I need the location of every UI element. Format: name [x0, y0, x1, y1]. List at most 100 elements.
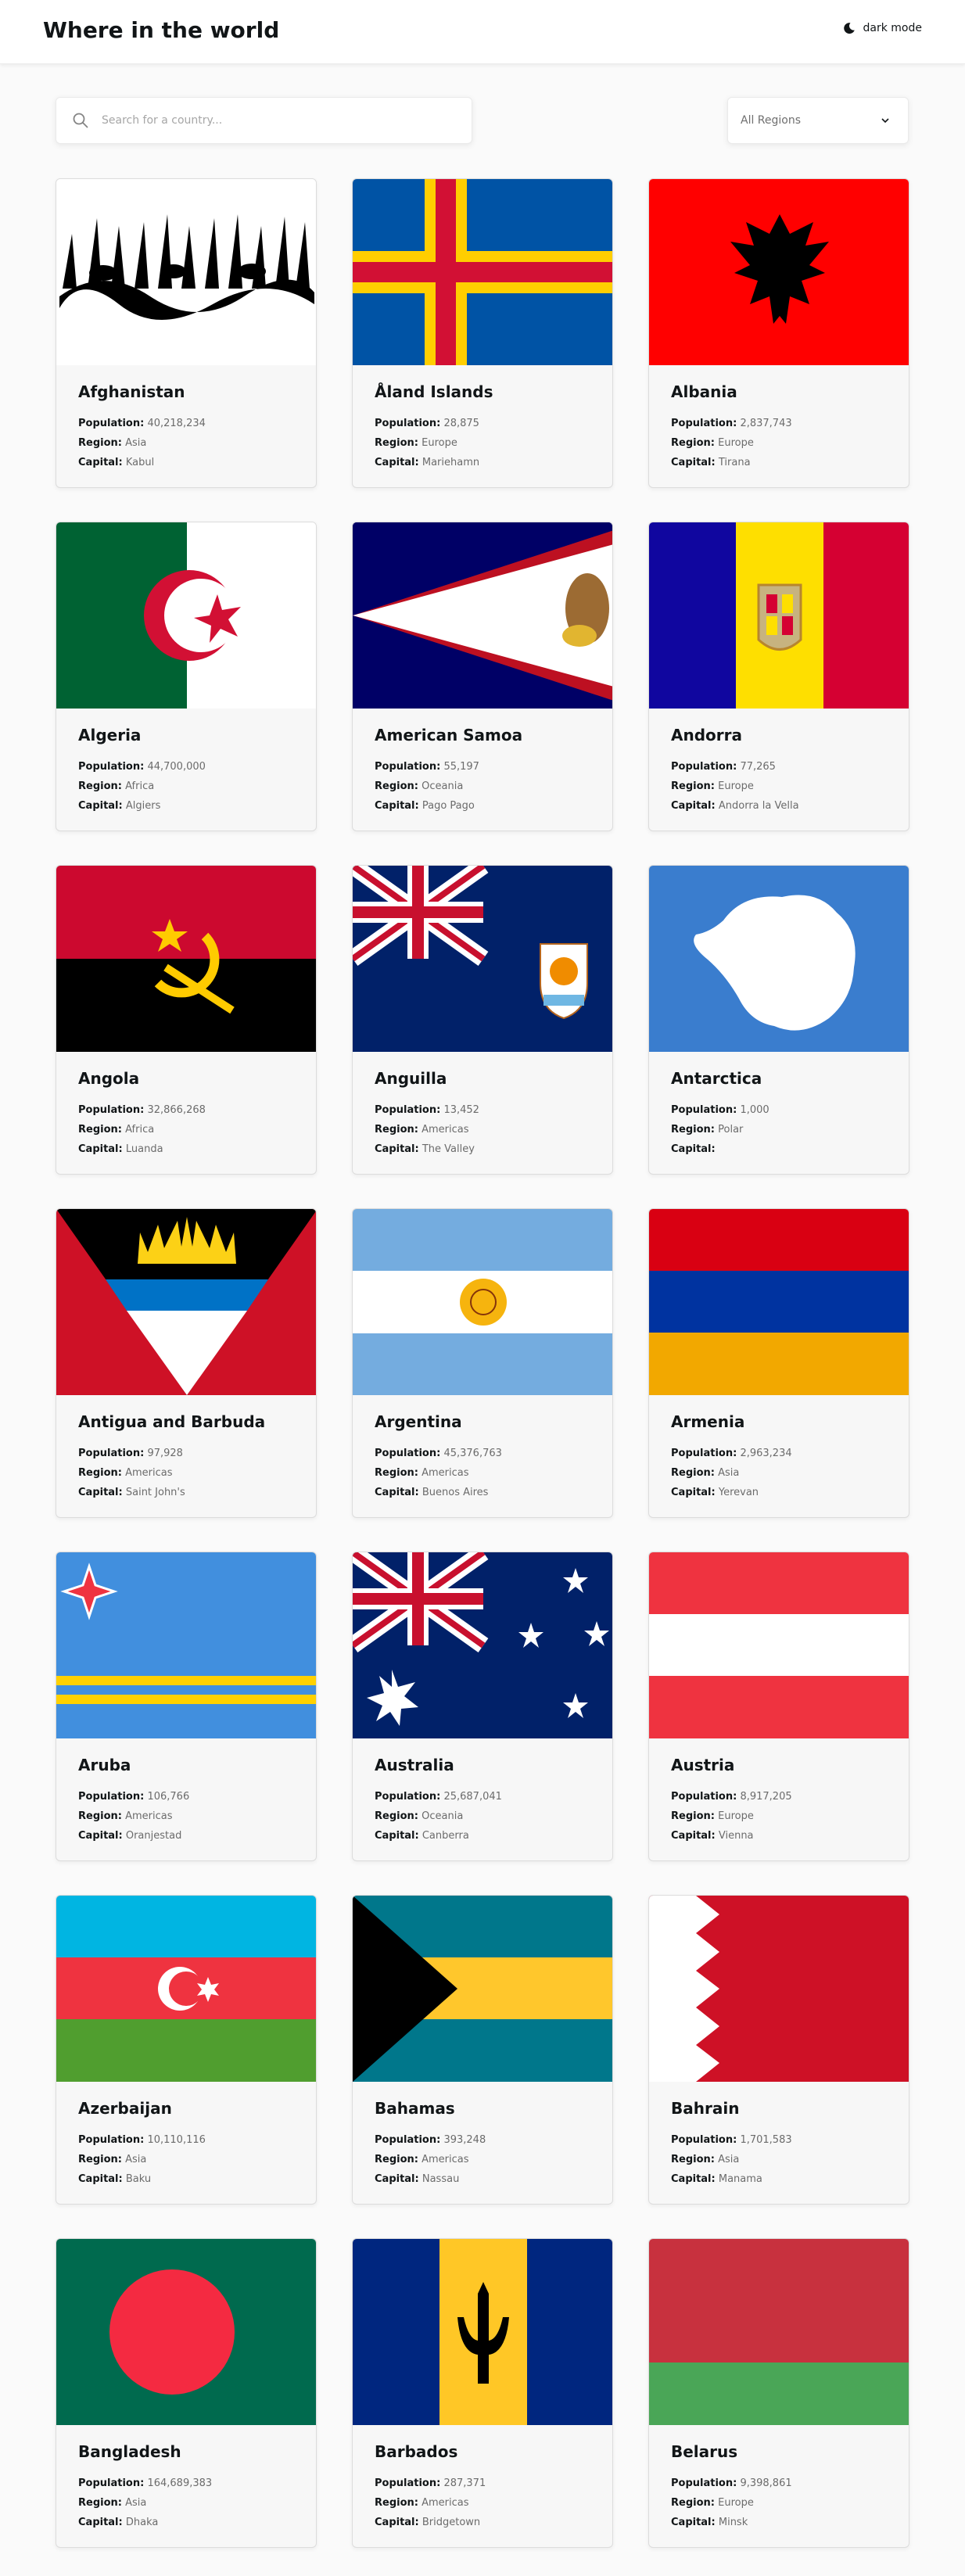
capital-value: Dhaka	[125, 2517, 159, 2528]
capital-value: Luanda	[125, 1143, 163, 1155]
region-label: Region:	[78, 1124, 122, 1136]
population-row: Population: 1,701,583	[671, 2130, 887, 2150]
country-card[interactable]: American Samoa Population: 55,197 Region…	[352, 522, 613, 831]
country-card[interactable]: Armenia Population: 2,963,234 Region: As…	[648, 1208, 909, 1518]
region-value: Asia	[125, 2497, 147, 2509]
region-label: Region:	[671, 1467, 715, 1479]
country-card[interactable]: Bahrain Population: 1,701,583 Region: As…	[648, 1895, 909, 2205]
capital-label: Capital:	[671, 1487, 716, 1498]
region-value: Asia	[718, 1467, 740, 1479]
american-samoa-flag-icon	[353, 522, 612, 709]
capital-row: Capital: Algiers	[78, 796, 294, 816]
capital-value: Tirana	[718, 457, 751, 468]
country-card[interactable]: Albania Population: 2,837,743 Region: Eu…	[648, 178, 909, 488]
country-grid: Afghanistan Population: 40,218,234 Regio…	[56, 178, 909, 2548]
region-filter-dropdown[interactable]: All Regions	[727, 97, 909, 144]
aland-flag-icon	[353, 179, 612, 365]
capital-value: Baku	[125, 2173, 152, 2185]
population-value: 164,689,383	[147, 2477, 213, 2489]
population-row: Population: 10,110,116	[78, 2130, 294, 2150]
capital-row: Capital: Saint John's	[78, 1483, 294, 1502]
country-card[interactable]: Afghanistan Population: 40,218,234 Regio…	[56, 178, 317, 488]
angola-flag-icon	[56, 866, 316, 1052]
capital-row: Capital: Mariehamn	[375, 453, 590, 472]
capital-label: Capital:	[671, 1830, 716, 1842]
region-label: Region:	[671, 1810, 715, 1822]
population-value: 13,452	[443, 1104, 479, 1116]
region-row: Region: Africa	[78, 1120, 294, 1139]
country-name: Azerbaijan	[78, 2099, 172, 2118]
region-value: Americas	[125, 1810, 173, 1822]
capital-label: Capital:	[78, 800, 123, 812]
country-card[interactable]: Andorra Population: 77,265 Region: Europ…	[648, 522, 909, 831]
capital-row: Capital: Vienna	[671, 1826, 887, 1846]
country-card[interactable]: Belarus Population: 9,398,861 Region: Eu…	[648, 2238, 909, 2548]
region-label: Region:	[671, 1124, 715, 1136]
country-name: Bahrain	[671, 2099, 740, 2118]
capital-row: Capital: Tirana	[671, 453, 887, 472]
population-label: Population:	[671, 1448, 737, 1459]
region-row: Region: Asia	[671, 2150, 887, 2169]
capital-value: Manama	[718, 2173, 762, 2185]
country-card[interactable]: Bahamas Population: 393,248 Region: Amer…	[352, 1895, 613, 2205]
country-name: Angola	[78, 1069, 140, 1088]
population-label: Population:	[375, 761, 441, 773]
region-label: Region:	[78, 2154, 122, 2165]
region-label: Region:	[375, 1810, 418, 1822]
region-label: Region:	[375, 2154, 418, 2165]
search-input[interactable]	[102, 114, 446, 127]
dark-mode-toggle[interactable]: dark mode	[843, 22, 922, 34]
search-box[interactable]	[56, 97, 472, 144]
capital-label: Capital:	[671, 2173, 716, 2185]
country-card[interactable]: Algeria Population: 44,700,000 Region: A…	[56, 522, 317, 831]
country-name: Argentina	[375, 1412, 462, 1431]
population-value: 8,917,205	[740, 1791, 792, 1803]
population-row: Population: 1,000	[671, 1100, 887, 1120]
country-card[interactable]: Azerbaijan Population: 10,110,116 Region…	[56, 1895, 317, 2205]
capital-row: Capital: Yerevan	[671, 1483, 887, 1502]
population-row: Population: 2,837,743	[671, 414, 887, 433]
population-value: 44,700,000	[147, 761, 206, 773]
andorra-flag-icon	[649, 522, 909, 709]
capital-row: Capital: Manama	[671, 2169, 887, 2189]
capital-value: Nassau	[422, 2173, 460, 2185]
country-card[interactable]: Antarctica Population: 1,000 Region: Pol…	[648, 865, 909, 1175]
argentina-flag-icon	[353, 1209, 612, 1395]
region-label: Region:	[375, 780, 418, 792]
capital-label: Capital:	[375, 457, 419, 468]
capital-value: Yerevan	[718, 1487, 759, 1498]
country-card[interactable]: Austria Population: 8,917,205 Region: Eu…	[648, 1552, 909, 1861]
capital-row: Capital: The Valley	[375, 1139, 590, 1159]
region-row: Region: Americas	[375, 2150, 590, 2169]
region-row: Region: Asia	[671, 1463, 887, 1483]
country-card[interactable]: Antigua and Barbuda Population: 97,928 R…	[56, 1208, 317, 1518]
population-value: 25,687,041	[443, 1791, 502, 1803]
country-card[interactable]: Aruba Population: 106,766 Region: Americ…	[56, 1552, 317, 1861]
country-name: Antigua and Barbuda	[78, 1412, 266, 1431]
capital-value: Minsk	[718, 2517, 748, 2528]
population-label: Population:	[78, 418, 145, 429]
population-row: Population: 13,452	[375, 1100, 590, 1120]
country-card[interactable]: Anguilla Population: 13,452 Region: Amer…	[352, 865, 613, 1175]
region-row: Region: Oceania	[375, 777, 590, 796]
country-card[interactable]: Argentina Population: 45,376,763 Region:…	[352, 1208, 613, 1518]
country-name: Australia	[375, 1756, 454, 1774]
region-value: Europe	[718, 437, 754, 449]
country-card[interactable]: Bangladesh Population: 164,689,383 Regio…	[56, 2238, 317, 2548]
population-value: 287,371	[443, 2477, 486, 2489]
region-value: Asia	[125, 2154, 147, 2165]
population-row: Population: 8,917,205	[671, 1787, 887, 1806]
region-value: Europe	[718, 2497, 754, 2509]
population-value: 1,000	[740, 1104, 769, 1116]
capital-value: Kabul	[125, 457, 155, 468]
country-card[interactable]: Barbados Population: 287,371 Region: Ame…	[352, 2238, 613, 2548]
country-card[interactable]: Australia Population: 25,687,041 Region:…	[352, 1552, 613, 1861]
country-card[interactable]: Åland Islands Population: 28,875 Region:…	[352, 178, 613, 488]
population-label: Population:	[671, 418, 737, 429]
region-value: Americas	[422, 2154, 469, 2165]
population-row: Population: 97,928	[78, 1444, 294, 1463]
country-card[interactable]: Angola Population: 32,866,268 Region: Af…	[56, 865, 317, 1175]
capital-label: Capital:	[375, 2173, 419, 2185]
capital-label: Capital:	[78, 2173, 123, 2185]
capital-label: Capital:	[375, 2517, 419, 2528]
